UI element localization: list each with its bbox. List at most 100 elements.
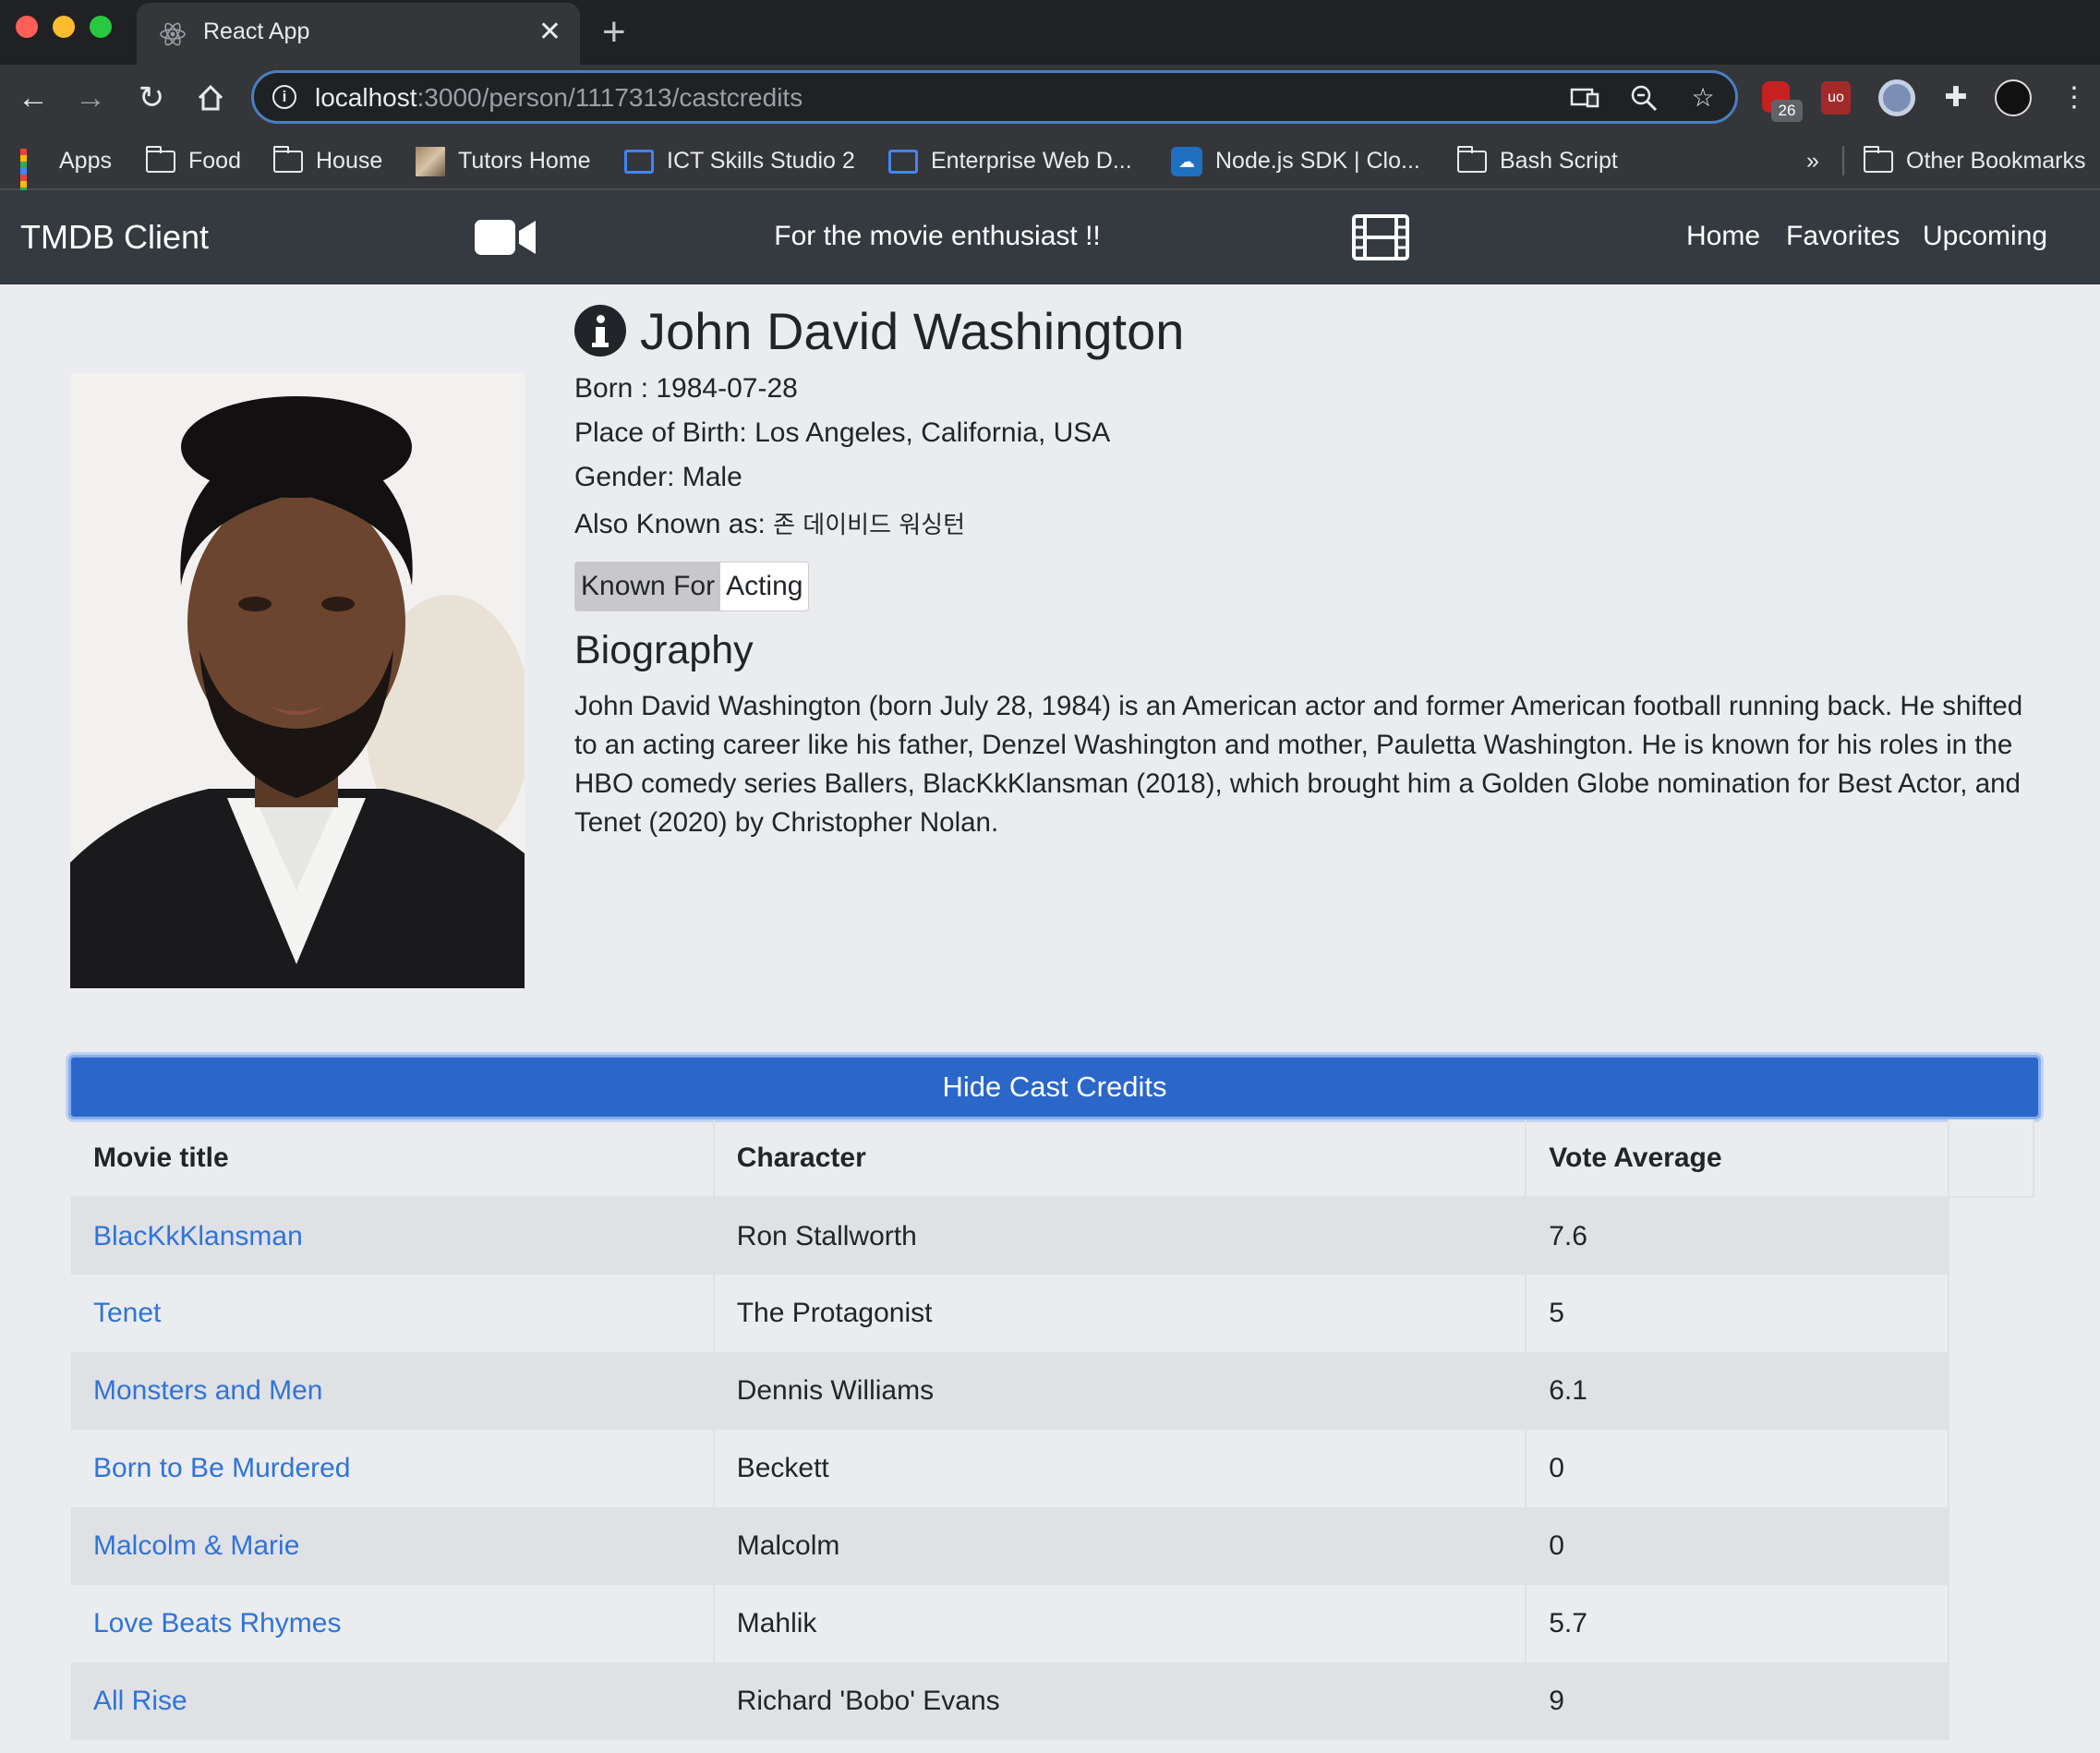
bookmark-label: Food: [188, 148, 241, 174]
column-header-empty: [1948, 1119, 2034, 1198]
movie-link[interactable]: Love Beats Rhymes: [93, 1608, 341, 1638]
hide-cast-credits-button[interactable]: Hide Cast Credits: [68, 1055, 2041, 1119]
vote-average-cell: 5.7: [1526, 1585, 1949, 1662]
more-bookmarks-chevron-icon[interactable]: »: [1806, 144, 1819, 177]
url-path: :3000/person/1117313/castcredits: [416, 83, 803, 112]
character-cell: The Protagonist: [713, 1275, 1527, 1352]
zoom-icon[interactable]: [1628, 82, 1659, 114]
react-logo-icon: [160, 22, 186, 46]
bookmark-bash-script[interactable]: Bash Script: [1457, 144, 1618, 177]
forward-arrow-icon[interactable]: →: [72, 79, 109, 116]
movie-link[interactable]: Born to Be Murdered: [93, 1453, 350, 1483]
movie-link[interactable]: Tenet: [93, 1298, 161, 1328]
site-info-icon[interactable]: i: [272, 85, 296, 109]
bookmark-label: Enterprise Web D...: [931, 148, 1132, 174]
bookmark-ict-skills[interactable]: ICT Skills Studio 2: [624, 144, 855, 177]
folder-icon: [1457, 146, 1487, 174]
biography-text: John David Washington (born July 28, 198…: [574, 691, 2023, 838]
bookmark-house[interactable]: House: [273, 144, 382, 177]
bookmarks-bar: Apps Food House Tutors Home ICT Skills S…: [0, 131, 2100, 208]
home-icon[interactable]: [192, 79, 229, 116]
person-portrait-image: [70, 373, 525, 988]
movie-link[interactable]: Malcolm & Marie: [93, 1530, 299, 1561]
browser-menu-icon[interactable]: ⋮: [2056, 79, 2093, 116]
table-row: Born to Be Murdered Beckett 0: [71, 1430, 2034, 1507]
table-row: Love Beats Rhymes Mahlik 5.7: [71, 1585, 2034, 1662]
person-name: John David Washington: [640, 302, 1185, 360]
folder-icon: [146, 146, 175, 174]
cast-credits-table: Movie title Character Vote Average BlacK…: [71, 1119, 2034, 1740]
bookmark-label: ICT Skills Studio 2: [667, 148, 855, 174]
ublock-extension-icon[interactable]: uo: [1821, 81, 1851, 115]
film-icon: [1352, 214, 1409, 260]
app-navbar: TMDB Client For the movie enthusiast !! …: [0, 190, 2100, 284]
character-cell: Richard 'Bobo' Evans: [713, 1662, 1527, 1740]
bookmark-label: Tutors Home: [458, 148, 591, 174]
bookmark-tutors-home[interactable]: Tutors Home: [416, 144, 591, 177]
movie-title-cell: Tenet: [71, 1275, 715, 1352]
bookmark-nodejs-sdk[interactable]: ☁ Node.js SDK | Clo...: [1171, 144, 1420, 177]
empty-cell: [1949, 1507, 2034, 1585]
person-also-known-as: Also Known as: 존 데이비드 워싱턴: [574, 506, 965, 540]
profile-avatar[interactable]: [1995, 79, 2032, 116]
movie-title-cell: BlacKkKlansman: [71, 1197, 715, 1275]
bookmark-star-icon[interactable]: ☆: [1687, 82, 1719, 114]
url-text[interactable]: localhost:3000/person/1117313/castcredit…: [315, 83, 803, 113]
new-tab-button[interactable]: +: [602, 9, 626, 55]
bookmark-label: Node.js SDK | Clo...: [1215, 148, 1420, 174]
nav-link-favorites[interactable]: Favorites: [1786, 221, 1900, 252]
movie-link[interactable]: BlacKkKlansman: [93, 1221, 303, 1251]
apps-grid-icon: [20, 149, 46, 208]
movie-title-cell: Monsters and Men: [71, 1352, 715, 1430]
address-bar[interactable]: i localhost:3000/person/1117313/castcred…: [251, 70, 1738, 124]
table-row: Malcolm & Marie Malcolm 0: [71, 1507, 2034, 1585]
table-header-row: Movie title Character Vote Average: [71, 1119, 2034, 1198]
browser-tab[interactable]: React App ✕: [137, 3, 580, 65]
tab-close-icon[interactable]: ✕: [538, 16, 561, 48]
window-minimize-button[interactable]: [53, 16, 75, 38]
known-for-badge: Known For Acting: [574, 562, 810, 611]
also-known-value: 존 데이비드 워싱턴: [773, 512, 966, 539]
movie-link[interactable]: All Rise: [93, 1686, 187, 1716]
table-row: All Rise Richard 'Bobo' Evans 9: [71, 1662, 2034, 1740]
person-born: Born : 1984-07-28: [574, 373, 798, 404]
back-arrow-icon[interactable]: ←: [15, 79, 52, 116]
movie-link[interactable]: Monsters and Men: [93, 1375, 322, 1406]
extensions-puzzle-icon[interactable]: ✚: [1937, 79, 1974, 116]
image-favicon-icon: [416, 147, 445, 177]
bookmark-other-bookmarks[interactable]: Other Bookmarks: [1864, 144, 2086, 177]
empty-cell: [1949, 1662, 2034, 1740]
bookmarks-divider: [1842, 146, 1844, 175]
navbar-tagline: For the movie enthusiast !!: [774, 221, 1101, 251]
empty-cell: [1949, 1197, 2034, 1275]
cast-devices-icon[interactable]: [1569, 82, 1600, 114]
movie-title-cell: Born to Be Murdered: [71, 1430, 715, 1507]
bookmark-apps[interactable]: Apps: [20, 144, 112, 208]
column-header-character[interactable]: Character: [713, 1119, 1527, 1198]
url-host: localhost: [315, 83, 417, 112]
nav-link-home[interactable]: Home: [1686, 221, 1760, 252]
vote-average-cell: 0: [1526, 1430, 1949, 1507]
reload-icon[interactable]: ↻: [133, 79, 170, 116]
movie-title-cell: Malcolm & Marie: [71, 1507, 715, 1585]
window-maximize-button[interactable]: [90, 16, 112, 38]
vote-average-cell: 9: [1526, 1662, 1949, 1740]
vote-average-cell: 0: [1526, 1507, 1949, 1585]
nav-link-upcoming[interactable]: Upcoming: [1923, 221, 2047, 252]
window-close-button[interactable]: [16, 16, 38, 38]
known-for-label: Known For: [575, 562, 721, 611]
tab-title: React App: [203, 18, 310, 44]
bookmark-food[interactable]: Food: [146, 144, 241, 177]
empty-cell: [1949, 1275, 2034, 1352]
character-cell: Beckett: [713, 1430, 1527, 1507]
web-favicon-icon: [888, 150, 918, 175]
column-header-vote-average[interactable]: Vote Average: [1526, 1119, 1949, 1198]
column-header-movie-title[interactable]: Movie title: [71, 1119, 715, 1198]
folder-icon: [1864, 146, 1893, 174]
character-cell: Malcolm: [713, 1507, 1527, 1585]
folder-icon: [273, 146, 303, 174]
bookmark-enterprise-web[interactable]: Enterprise Web D...: [888, 144, 1132, 177]
table-row: BlacKkKlansman Ron Stallworth 7.6: [71, 1197, 2034, 1275]
extension-ring-icon[interactable]: [1878, 79, 1915, 116]
person-gender: Gender: Male: [574, 462, 742, 492]
